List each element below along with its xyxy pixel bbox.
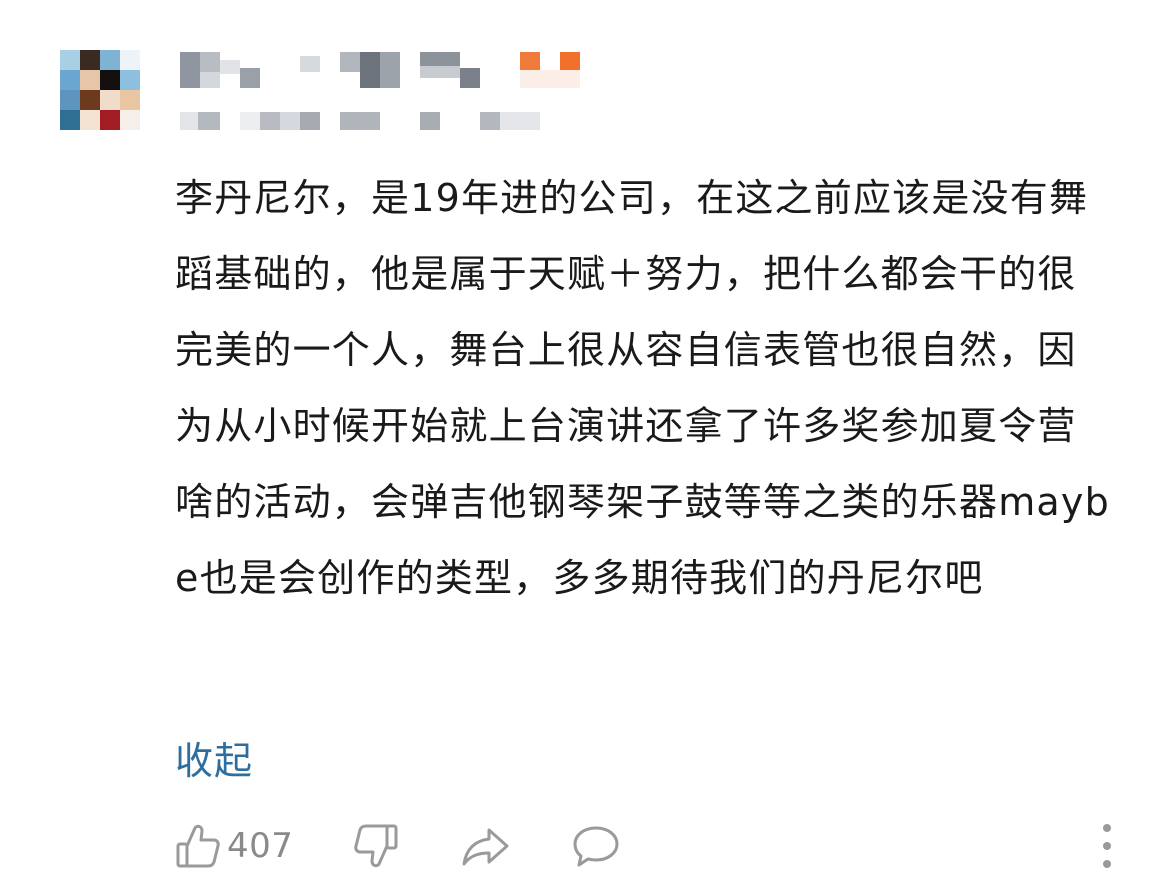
comment-meta-obscured xyxy=(180,110,560,132)
comment-action-bar: 407 xyxy=(175,820,1135,872)
like-button[interactable]: 407 xyxy=(175,820,293,872)
avatar[interactable] xyxy=(60,50,140,130)
dislike-button[interactable] xyxy=(353,820,399,872)
collapse-link[interactable]: 收起 xyxy=(175,730,253,785)
share-button[interactable] xyxy=(461,820,511,872)
comment-bubble-icon xyxy=(571,822,621,870)
share-icon xyxy=(461,822,511,870)
like-count: 407 xyxy=(227,826,294,866)
reply-button[interactable] xyxy=(571,820,621,872)
username-obscured[interactable] xyxy=(180,46,600,92)
thumbs-up-icon xyxy=(175,822,221,870)
comment-body: 李丹尼尔，是19年进的公司，在这之前应该是没有舞蹈基础的，他是属于天赋＋努力，把… xyxy=(175,176,1110,600)
more-vertical-icon[interactable] xyxy=(1099,824,1115,868)
thumbs-down-icon xyxy=(353,822,399,870)
